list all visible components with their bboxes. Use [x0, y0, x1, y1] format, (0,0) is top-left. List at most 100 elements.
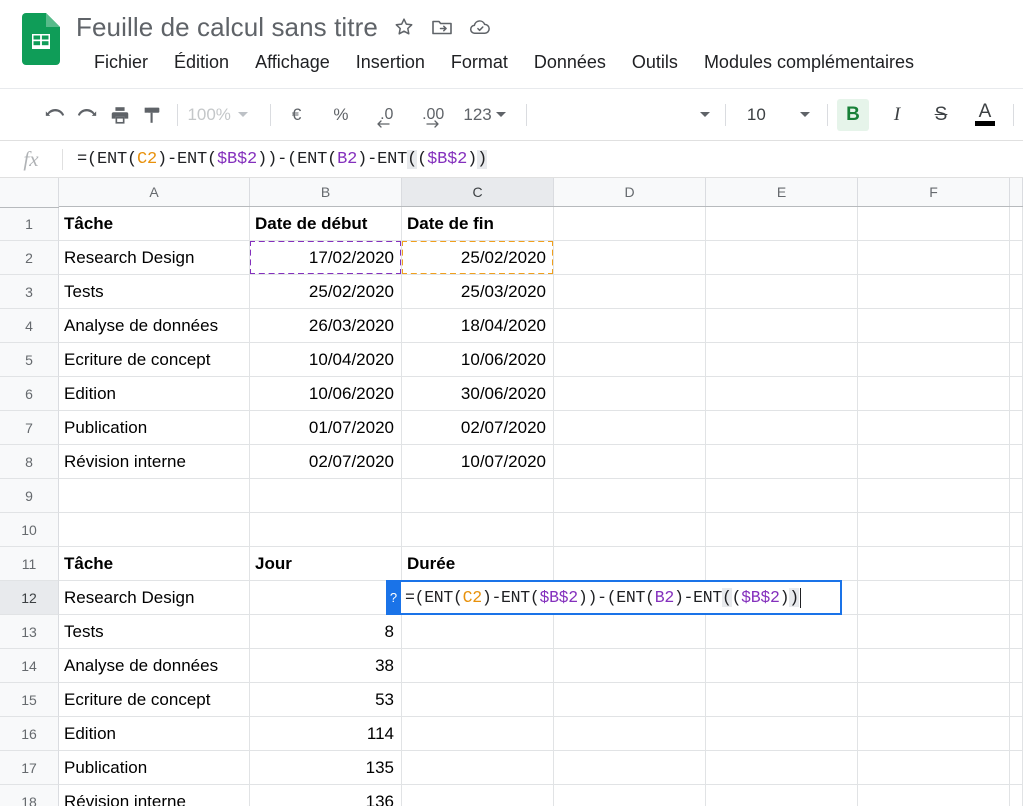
cell-B16[interactable]: 114 — [250, 717, 402, 751]
percent-format-button[interactable]: % — [327, 100, 354, 130]
cell-F8[interactable] — [858, 445, 1010, 479]
sheets-logo-icon[interactable] — [22, 13, 60, 65]
cell-D7[interactable] — [554, 411, 706, 445]
cell-formula-input[interactable]: =(ENT(C2)-ENT($B$2))-(ENT(B2)-ENT(($B$2)… — [401, 580, 842, 615]
row-header-12[interactable]: 12 — [0, 581, 59, 615]
menu-item-fichier[interactable]: Fichier — [94, 50, 148, 75]
row-header-10[interactable]: 10 — [0, 513, 59, 547]
text-color-button[interactable]: A — [969, 99, 1001, 131]
zoom-control[interactable]: 100% — [187, 105, 248, 125]
cell-C4[interactable]: 18/04/2020 — [402, 309, 554, 343]
column-header-a[interactable]: A — [59, 178, 250, 206]
row-header-9[interactable]: 9 — [0, 479, 59, 513]
cell-F10[interactable] — [858, 513, 1010, 547]
increase-decimal-button[interactable]: .00 — [415, 98, 451, 132]
strikethrough-button[interactable]: S — [925, 99, 957, 131]
cell-E10[interactable] — [706, 513, 858, 547]
cell-E1[interactable] — [706, 207, 858, 241]
row-header-13[interactable]: 13 — [0, 615, 59, 649]
cell-A11[interactable]: Tâche — [59, 547, 250, 581]
cell-E15[interactable] — [706, 683, 858, 717]
cell-F14[interactable] — [858, 649, 1010, 683]
cell-D6[interactable] — [554, 377, 706, 411]
cell-B15[interactable]: 53 — [250, 683, 402, 717]
cell-A7[interactable]: Publication — [59, 411, 250, 445]
cell-D11[interactable] — [554, 547, 706, 581]
cell-C17[interactable] — [402, 751, 554, 785]
cell-A4[interactable]: Analyse de données — [59, 309, 250, 343]
column-header-e[interactable]: E — [706, 178, 858, 206]
row-header-14[interactable]: 14 — [0, 649, 59, 683]
cell-D1[interactable] — [554, 207, 706, 241]
cell-F11[interactable] — [858, 547, 1010, 581]
cell-G8[interactable] — [1010, 445, 1023, 479]
cell-F16[interactable] — [858, 717, 1010, 751]
cell-G12[interactable] — [1010, 581, 1023, 615]
cell-E13[interactable] — [706, 615, 858, 649]
cell-E8[interactable] — [706, 445, 858, 479]
cell-F2[interactable] — [858, 241, 1010, 275]
menu-item-insertion[interactable]: Insertion — [356, 50, 425, 75]
cell-D13[interactable] — [554, 615, 706, 649]
cell-C11[interactable]: Durée — [402, 547, 554, 581]
cell-D18[interactable] — [554, 785, 706, 806]
cell-D3[interactable] — [554, 275, 706, 309]
row-header-16[interactable]: 16 — [0, 717, 59, 751]
cell-F13[interactable] — [858, 615, 1010, 649]
cell-B10[interactable] — [250, 513, 402, 547]
row-header-5[interactable]: 5 — [0, 343, 59, 377]
cell-D16[interactable] — [554, 717, 706, 751]
cell-A10[interactable] — [59, 513, 250, 547]
cloud-saved-icon[interactable] — [468, 15, 492, 39]
cell-C8[interactable]: 10/07/2020 — [402, 445, 554, 479]
cell-A6[interactable]: Edition — [59, 377, 250, 411]
cell-E17[interactable] — [706, 751, 858, 785]
cell-E4[interactable] — [706, 309, 858, 343]
cell-C5[interactable]: 10/06/2020 — [402, 343, 554, 377]
cell-F12[interactable] — [858, 581, 1010, 615]
star-icon[interactable] — [392, 15, 416, 39]
row-header-1[interactable]: 1 — [0, 207, 59, 241]
font-family-select[interactable] — [536, 100, 716, 130]
menu-item-donnees[interactable]: Données — [534, 50, 606, 75]
column-header-c[interactable]: C — [402, 178, 554, 206]
cell-G4[interactable] — [1010, 309, 1023, 343]
cell-B7[interactable]: 01/07/2020 — [250, 411, 402, 445]
menu-item-format[interactable]: Format — [451, 50, 508, 75]
cell-A16[interactable]: Edition — [59, 717, 250, 751]
cell-E6[interactable] — [706, 377, 858, 411]
cell-A2[interactable]: Research Design — [59, 241, 250, 275]
cell-B5[interactable]: 10/04/2020 — [250, 343, 402, 377]
row-header-6[interactable]: 6 — [0, 377, 59, 411]
cell-C6[interactable]: 30/06/2020 — [402, 377, 554, 411]
cell-G9[interactable] — [1010, 479, 1023, 513]
cell-A9[interactable] — [59, 479, 250, 513]
cell-G11[interactable] — [1010, 547, 1023, 581]
cell-D2[interactable] — [554, 241, 706, 275]
cell-A15[interactable]: Ecriture de concept — [59, 683, 250, 717]
cell-C15[interactable] — [402, 683, 554, 717]
cell-A14[interactable]: Analyse de données — [59, 649, 250, 683]
row-header-15[interactable]: 15 — [0, 683, 59, 717]
cell-G3[interactable] — [1010, 275, 1023, 309]
cell-B17[interactable]: 135 — [250, 751, 402, 785]
cell-B11[interactable]: Jour — [250, 547, 402, 581]
cell-G16[interactable] — [1010, 717, 1023, 751]
redo-icon[interactable] — [71, 98, 104, 132]
cell-A3[interactable]: Tests — [59, 275, 250, 309]
cell-G5[interactable] — [1010, 343, 1023, 377]
cell-B9[interactable] — [250, 479, 402, 513]
cell-F18[interactable] — [858, 785, 1010, 806]
row-header-17[interactable]: 17 — [0, 751, 59, 785]
cell-A13[interactable]: Tests — [59, 615, 250, 649]
cell-C18[interactable] — [402, 785, 554, 806]
cell-B3[interactable]: 25/02/2020 — [250, 275, 402, 309]
cell-C7[interactable]: 02/07/2020 — [402, 411, 554, 445]
cell-D4[interactable] — [554, 309, 706, 343]
cell-A5[interactable]: Ecriture de concept — [59, 343, 250, 377]
italic-button[interactable]: I — [881, 99, 913, 131]
select-all-corner[interactable] — [0, 178, 59, 208]
print-icon[interactable] — [103, 98, 136, 132]
cell-B6[interactable]: 10/06/2020 — [250, 377, 402, 411]
cell-F9[interactable] — [858, 479, 1010, 513]
